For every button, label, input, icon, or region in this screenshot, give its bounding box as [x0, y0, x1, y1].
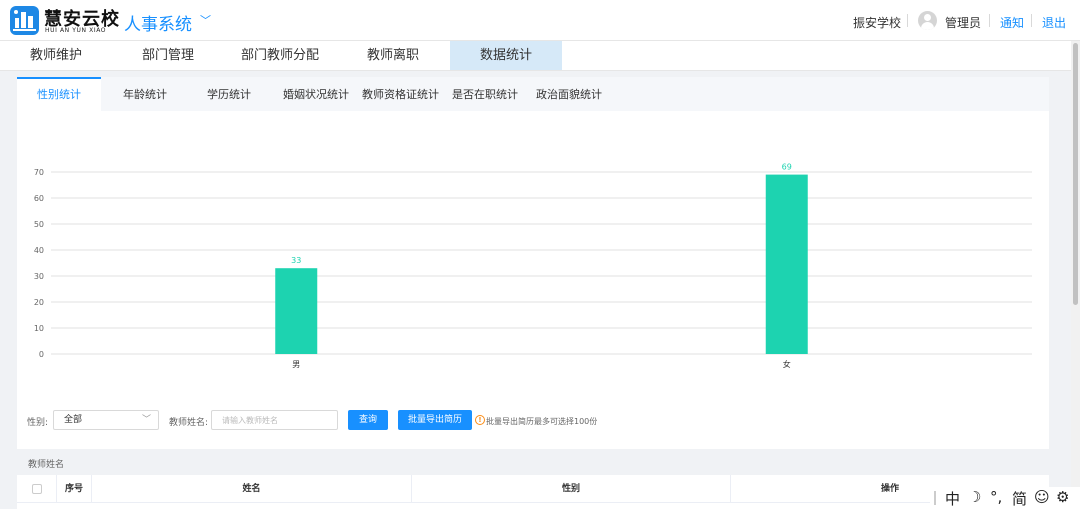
warning-icon: ! [475, 415, 485, 425]
name-filter-label: 教师姓名: [169, 418, 209, 428]
y-tick-label: 30 [34, 272, 44, 281]
moon-icon[interactable]: ☽ [968, 488, 981, 506]
bar [765, 174, 808, 354]
smiley-icon[interactable]: ☺ [1034, 488, 1050, 506]
chevron-down-icon: ﹀ [141, 415, 151, 425]
gender-bar-chart: 0 10 20 30 40 50 60 70 33 男 69 女 [34, 163, 1032, 369]
nav-teacher-maintenance[interactable]: 教师维护 [0, 41, 112, 70]
data-label: 69 [782, 163, 792, 172]
tab-political-stats[interactable]: 政治面貌统计 [536, 77, 602, 111]
logo-subtext: HUI AN YUN XIAO [45, 27, 107, 34]
tab-gender-stats[interactable]: 性别统计 [17, 77, 101, 111]
x-tick-label: 女 [783, 359, 791, 369]
teacher-table: 序号 姓名 性别 操作 [17, 475, 1049, 509]
gender-select[interactable]: 全部 ﹀ [53, 410, 159, 430]
main-nav: 教师维护 部门管理 部门教师分配 教师离职 数据统计 [0, 41, 1080, 71]
avatar[interactable] [918, 11, 937, 30]
column-index: 序号 [57, 475, 92, 503]
ime-chinese-mode-icon[interactable]: 中 [945, 488, 960, 509]
statistics-tabs: 性别统计 年龄统计 学历统计 婚姻状况统计 教师资格证统计 是否在职统计 政治面… [17, 77, 1049, 111]
select-all-checkbox[interactable] [32, 484, 42, 494]
y-tick-label: 50 [34, 220, 44, 229]
statistics-panel: 性别统计 年龄统计 学历统计 婚姻状况统计 教师资格证统计 是否在职统计 政治面… [17, 77, 1049, 449]
y-tick-label: 20 [34, 298, 44, 307]
query-button[interactable]: 查询 [348, 410, 388, 430]
system-title[interactable]: 人事系统 [124, 10, 192, 35]
column-gender: 性别 [412, 475, 731, 503]
tab-marital-stats[interactable]: 婚姻状况统计 [283, 77, 349, 111]
tab-qualification-stats[interactable]: 教师资格证统计 [362, 77, 439, 111]
gender-filter-label: 性别: [27, 418, 49, 428]
logout-link[interactable]: 退出 [1042, 14, 1066, 31]
gender-select-value: 全部 [64, 415, 83, 425]
top-header: 慧安云校 HUI AN YUN XIAO 人事系统 ﹀ 振安学校 管理员 通知 … [0, 0, 1080, 41]
select-all-cell [17, 475, 57, 503]
nav-data-statistics[interactable]: 数据统计 [450, 41, 562, 70]
drag-handle-icon[interactable] [934, 491, 936, 505]
data-label: 33 [291, 256, 301, 265]
column-name: 姓名 [92, 475, 412, 503]
ime-toolbar: 中 ☽ °, 简 ☺ ⚙ [930, 487, 1080, 509]
y-tick-label: 10 [34, 324, 44, 333]
export-resume-button[interactable]: 批量导出简历 [398, 410, 472, 430]
export-hint: 批量导出简历最多可选择100份 [486, 417, 598, 426]
notice-link[interactable]: 通知 [1000, 14, 1024, 31]
x-tick-label: 男 [292, 360, 300, 369]
scrollbar-thumb[interactable] [1073, 43, 1078, 305]
nav-department-teacher-assign[interactable]: 部门教师分配 [224, 41, 336, 70]
y-tick-label: 70 [34, 168, 44, 177]
punctuation-icon[interactable]: °, [990, 488, 1002, 506]
divider [907, 14, 908, 27]
table-row [17, 503, 1049, 509]
tab-employment-stats[interactable]: 是否在职统计 [452, 77, 518, 111]
y-tick-label: 40 [34, 246, 44, 255]
nav-teacher-resignation[interactable]: 教师离职 [337, 41, 449, 70]
school-name: 振安学校 [853, 16, 902, 30]
y-tick-label: 60 [34, 194, 44, 203]
tab-education-stats[interactable]: 学历统计 [207, 77, 251, 111]
gear-icon[interactable]: ⚙ [1056, 488, 1069, 506]
ime-simplified-icon[interactable]: 简 [1012, 488, 1027, 509]
table-header: 序号 姓名 性别 操作 [17, 475, 1049, 503]
divider [989, 14, 990, 27]
logo-icon [10, 6, 39, 35]
y-tick-label: 0 [39, 350, 44, 359]
nav-department-management[interactable]: 部门管理 [112, 41, 224, 70]
page-scrollbar[interactable] [1071, 41, 1080, 509]
user-name[interactable]: 管理员 [945, 14, 981, 31]
tab-age-stats[interactable]: 年龄统计 [123, 77, 167, 111]
chevron-down-icon[interactable]: ﹀ [200, 12, 211, 28]
divider [1031, 14, 1032, 27]
teacher-name-input[interactable] [211, 410, 338, 430]
bar [275, 268, 318, 354]
list-section-label: 教师姓名 [28, 460, 65, 470]
